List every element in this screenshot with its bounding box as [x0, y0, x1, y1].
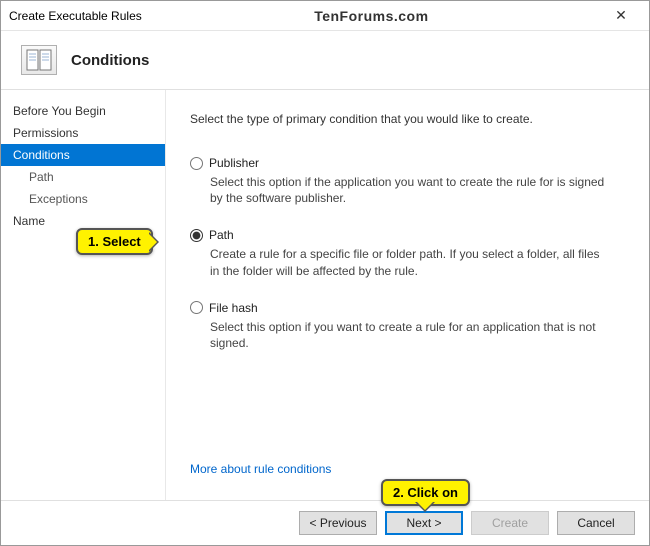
create-button[interactable]: Create — [471, 511, 549, 535]
option-path-label: Path — [209, 228, 234, 242]
page-header: Conditions — [1, 31, 649, 90]
wizard-window: Create Executable Rules TenForums.com ✕ … — [0, 0, 650, 546]
radio-filehash[interactable] — [190, 301, 203, 314]
page-title: Conditions — [71, 52, 149, 69]
option-publisher-desc: Select this option if the application yo… — [210, 174, 610, 206]
sidebar-item-permissions[interactable]: Permissions — [1, 122, 165, 144]
cancel-button[interactable]: Cancel — [557, 511, 635, 535]
sidebar-item-exceptions[interactable]: Exceptions — [1, 188, 165, 210]
wizard-sidebar: Before You Begin Permissions Conditions … — [1, 90, 166, 500]
option-path-head[interactable]: Path — [190, 228, 621, 242]
wizard-main: Select the type of primary condition tha… — [166, 90, 649, 500]
window-title: Create Executable Rules — [9, 9, 142, 23]
rulebook-icon — [21, 45, 57, 75]
option-publisher-label: Publisher — [209, 156, 259, 170]
close-button[interactable]: ✕ — [601, 1, 641, 31]
titlebar: Create Executable Rules TenForums.com ✕ — [1, 1, 649, 31]
option-path-desc: Create a rule for a specific file or fol… — [210, 246, 610, 278]
radio-path[interactable] — [190, 229, 203, 242]
option-filehash-desc: Select this option if you want to create… — [210, 319, 610, 351]
option-filehash-head[interactable]: File hash — [190, 301, 621, 315]
sidebar-item-path[interactable]: Path — [1, 166, 165, 188]
option-path: Path Create a rule for a specific file o… — [190, 228, 621, 278]
previous-button[interactable]: < Previous — [299, 511, 377, 535]
annotation-click-on: 2. Click on — [381, 479, 470, 506]
sidebar-item-before-you-begin[interactable]: Before You Begin — [1, 100, 165, 122]
option-filehash-label: File hash — [209, 301, 258, 315]
wizard-footer: < Previous Next > Create Cancel — [1, 500, 649, 545]
intro-text: Select the type of primary condition tha… — [190, 112, 621, 126]
option-publisher: Publisher Select this option if the appl… — [190, 156, 621, 206]
option-filehash: File hash Select this option if you want… — [190, 301, 621, 351]
annotation-select: 1. Select — [76, 228, 153, 255]
option-publisher-head[interactable]: Publisher — [190, 156, 621, 170]
radio-publisher[interactable] — [190, 157, 203, 170]
more-about-link[interactable]: More about rule conditions — [190, 462, 621, 476]
wizard-body: Before You Begin Permissions Conditions … — [1, 90, 649, 500]
sidebar-item-conditions[interactable]: Conditions — [1, 144, 165, 166]
watermark: TenForums.com — [142, 8, 601, 24]
